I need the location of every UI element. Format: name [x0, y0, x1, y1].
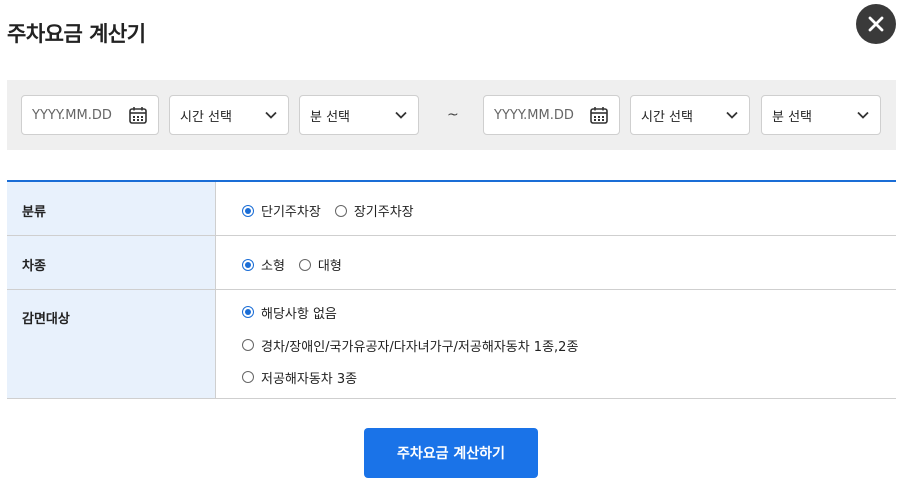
page-title: 주차요금 계산기	[7, 22, 146, 46]
category-label: 분류	[7, 182, 216, 235]
start-hour-select[interactable]: 시간 선택	[169, 95, 289, 135]
vehicle-label: 차종	[7, 236, 216, 289]
radio-indicator[interactable]	[334, 204, 347, 217]
radio-label: 단기주차장	[261, 205, 321, 220]
date-time-bar: YYYY.MM.DD 시간 선택 분 선택 ~ YYYY.MM.DD 시간 선택	[7, 80, 896, 150]
radio-label: 해당사항 없음	[261, 306, 337, 322]
form-row-category: 분류 단기주차장 장기주차장	[7, 182, 896, 236]
radio-compact-vehicle[interactable]: 소형	[242, 255, 285, 274]
start-date-input[interactable]: YYYY.MM.DD	[21, 95, 159, 135]
radio-label: 소형	[261, 259, 285, 274]
radio-large-vehicle[interactable]: 대형	[298, 255, 342, 274]
radio-indicator[interactable]	[242, 204, 254, 217]
radio-indicator[interactable]	[242, 371, 254, 383]
discount-label: 감면대상	[7, 290, 216, 398]
form-row-vehicle: 차종 소형 대형	[7, 236, 896, 290]
calculate-fee-button[interactable]: 주차요금 계산하기	[364, 428, 538, 478]
radio-short-term-parking[interactable]: 단기주차장	[242, 201, 321, 220]
radio-indicator[interactable]	[242, 258, 254, 271]
end-date-input[interactable]: YYYY.MM.DD	[483, 95, 620, 135]
radio-long-term-parking[interactable]: 장기주차장	[334, 201, 414, 220]
end-hour-label: 시간 선택	[641, 109, 693, 125]
chevron-down-icon	[726, 111, 738, 119]
radio-indicator[interactable]	[242, 306, 254, 318]
calendar-icon	[129, 107, 147, 124]
radio-label: 경차/장애인/국가유공자/다자녀가구/저공해자동차 1종,2종	[261, 339, 579, 355]
radio-discount-type-1-2[interactable]: 경차/장애인/국가유공자/다자녀가구/저공해자동차 1종,2종	[242, 336, 578, 355]
radio-low-emission-type-3[interactable]: 저공해자동차 3종	[242, 368, 357, 387]
radio-no-discount[interactable]: 해당사항 없음	[242, 303, 337, 322]
period-separator: ~	[447, 107, 459, 123]
fee-form: 분류 단기주차장 장기주차장 차종 소형 대형 감면대상 해당사항 없음 경차/…	[7, 180, 896, 399]
close-button[interactable]	[856, 4, 896, 44]
radio-label: 저공해자동차 3종	[261, 371, 358, 387]
chevron-down-icon	[395, 111, 407, 119]
start-minute-select[interactable]: 분 선택	[299, 95, 419, 135]
form-row-discount: 감면대상 해당사항 없음 경차/장애인/국가유공자/다자녀가구/저공해자동차 1…	[7, 290, 896, 399]
radio-label: 장기주차장	[353, 205, 414, 220]
chevron-down-icon	[265, 111, 277, 119]
end-minute-label: 분 선택	[772, 109, 813, 125]
close-icon	[868, 16, 884, 32]
radio-indicator[interactable]	[242, 339, 254, 351]
end-minute-select[interactable]: 분 선택	[761, 95, 881, 135]
start-minute-label: 분 선택	[310, 109, 351, 125]
radio-indicator[interactable]	[298, 258, 311, 271]
calendar-icon	[590, 107, 608, 124]
start-hour-label: 시간 선택	[180, 109, 232, 125]
chevron-down-icon	[857, 111, 869, 119]
start-date-placeholder: YYYY.MM.DD	[32, 107, 112, 123]
end-hour-select[interactable]: 시간 선택	[630, 95, 750, 135]
end-date-placeholder: YYYY.MM.DD	[494, 107, 574, 123]
radio-label: 대형	[317, 259, 342, 274]
